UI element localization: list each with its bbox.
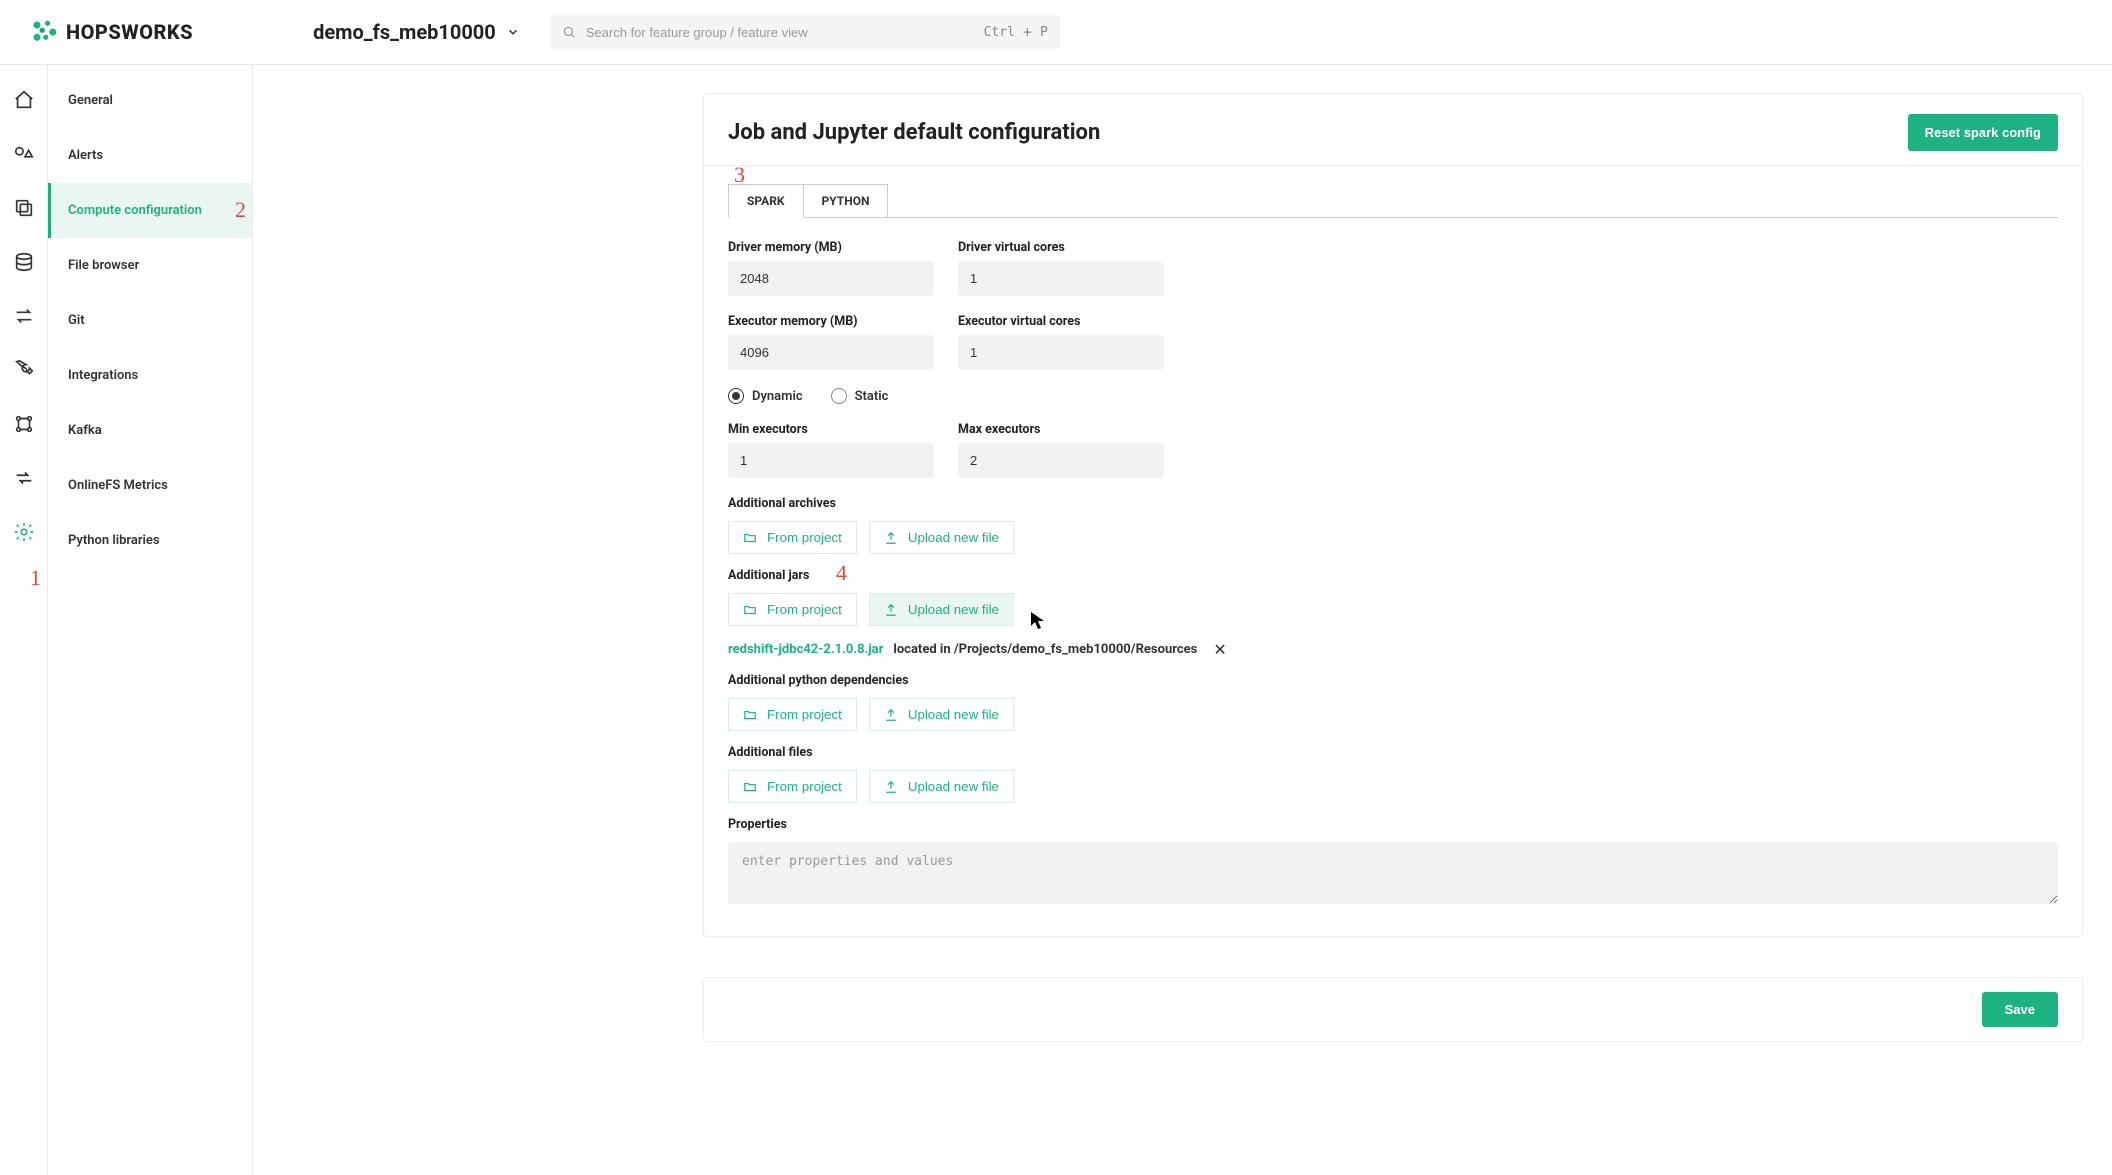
folder-icon <box>743 531 757 545</box>
archives-from-project-button[interactable]: From project <box>728 521 857 554</box>
content-area: Job and Jupyter default configuration Re… <box>253 65 2112 1175</box>
driver-memory-input[interactable] <box>728 261 934 296</box>
radio-dot-icon <box>831 388 847 404</box>
folder-icon <box>743 780 757 794</box>
jars-from-project-button[interactable]: From project <box>728 593 857 626</box>
annotation-1: 1 <box>30 565 41 591</box>
radio-dot-icon <box>728 388 744 404</box>
upload-icon <box>884 780 898 794</box>
swap-icon[interactable] <box>13 305 35 327</box>
copy-icon[interactable] <box>13 197 35 219</box>
archives-upload-button[interactable]: Upload new file <box>869 521 1014 554</box>
jars-upload-button[interactable]: Upload new file <box>869 593 1014 626</box>
archives-label: Additional archives <box>728 496 2058 511</box>
topbar: HOPSWORKS demo_fs_meb10000 Ctrl + P <box>0 0 2112 65</box>
max-executors-label: Max executors <box>958 422 1164 437</box>
upload-icon <box>884 603 898 617</box>
footer-panel: Save <box>703 977 2083 1042</box>
folder-icon <box>743 603 757 617</box>
jar-file-entry: redshift-jdbc42-2.1.0.8.jar located in /… <box>728 640 2058 659</box>
driver-cores-label: Driver virtual cores <box>958 240 1164 255</box>
upload-icon <box>884 531 898 545</box>
database-icon[interactable] <box>13 251 35 273</box>
jar-file-name: redshift-jdbc42-2.1.0.8.jar <box>728 642 883 657</box>
wrench-icon[interactable] <box>13 359 35 381</box>
pydeps-from-project-button[interactable]: From project <box>728 698 857 731</box>
radio-dynamic[interactable]: Dynamic <box>728 388 803 404</box>
hopsworks-logo-icon <box>30 18 58 46</box>
sidebar-item-alerts[interactable]: Alerts <box>48 128 252 183</box>
folder-icon <box>743 708 757 722</box>
chevron-down-icon <box>506 25 520 39</box>
radio-static[interactable]: Static <box>831 388 889 404</box>
sidebar-item-integrations[interactable]: Integrations <box>48 348 252 403</box>
search-box[interactable]: Ctrl + P <box>550 14 1060 50</box>
shapes-icon[interactable] <box>13 143 35 165</box>
annotation-2: 2 <box>235 197 246 223</box>
executor-memory-input[interactable] <box>728 335 934 370</box>
transfer-icon[interactable] <box>13 467 35 489</box>
search-icon <box>562 25 576 39</box>
sidebar-item-kafka[interactable]: Kafka <box>48 403 252 458</box>
search-input[interactable] <box>586 25 974 40</box>
sidebar-item-general[interactable]: General <box>48 73 252 128</box>
sidebar-item-python-libraries[interactable]: Python libraries <box>48 513 252 568</box>
mouse-cursor-icon <box>1030 611 1046 631</box>
properties-label: Properties <box>728 817 2058 832</box>
executor-memory-label: Executor memory (MB) <box>728 314 934 329</box>
brand-text: HOPSWORKS <box>66 20 193 44</box>
min-executors-input[interactable] <box>728 443 934 478</box>
sidebar-item-compute-configuration[interactable]: Compute configuration 2 <box>48 183 252 238</box>
tabs: SPARK PYTHON <box>704 184 2082 218</box>
sidebar-item-file-browser[interactable]: File browser <box>48 238 252 293</box>
brand-logo[interactable]: HOPSWORKS <box>30 18 193 46</box>
project-switcher[interactable]: demo_fs_meb10000 <box>313 20 520 44</box>
sidebar-item-onlinefs-metrics[interactable]: OnlineFS Metrics <box>48 458 252 513</box>
network-icon[interactable] <box>13 413 35 435</box>
tab-python[interactable]: PYTHON <box>804 184 889 218</box>
config-panel: Job and Jupyter default configuration Re… <box>703 93 2083 937</box>
upload-icon <box>884 708 898 722</box>
tab-spark[interactable]: SPARK <box>728 184 804 218</box>
sidebar-item-git[interactable]: Git <box>48 293 252 348</box>
driver-memory-label: Driver memory (MB) <box>728 240 934 255</box>
annotation-4: 4 <box>836 560 847 586</box>
gear-icon[interactable] <box>13 521 35 543</box>
reset-spark-config-button[interactable]: Reset spark config <box>1908 114 2058 151</box>
home-icon[interactable] <box>13 89 35 111</box>
search-shortcut: Ctrl + P <box>984 23 1048 41</box>
pydeps-upload-button[interactable]: Upload new file <box>869 698 1014 731</box>
executor-cores-label: Executor virtual cores <box>958 314 1164 329</box>
properties-textarea[interactable] <box>728 842 2058 904</box>
sidebar: General Alerts Compute configuration 2 F… <box>48 65 253 1175</box>
jar-file-remove-button[interactable]: ✕ <box>1213 640 1226 659</box>
driver-cores-input[interactable] <box>958 261 1164 296</box>
files-upload-button[interactable]: Upload new file <box>869 770 1014 803</box>
iconbar: 1 <box>0 65 48 1175</box>
max-executors-input[interactable] <box>958 443 1164 478</box>
min-executors-label: Min executors <box>728 422 934 437</box>
project-name: demo_fs_meb10000 <box>313 20 496 44</box>
files-label: Additional files <box>728 745 2058 760</box>
jars-label: Additional jars 4 <box>728 568 2058 583</box>
executor-cores-input[interactable] <box>958 335 1164 370</box>
page-title: Job and Jupyter default configuration <box>728 120 1100 145</box>
save-button[interactable]: Save <box>1982 992 2058 1027</box>
files-from-project-button[interactable]: From project <box>728 770 857 803</box>
pydeps-label: Additional python dependencies <box>728 673 2058 688</box>
